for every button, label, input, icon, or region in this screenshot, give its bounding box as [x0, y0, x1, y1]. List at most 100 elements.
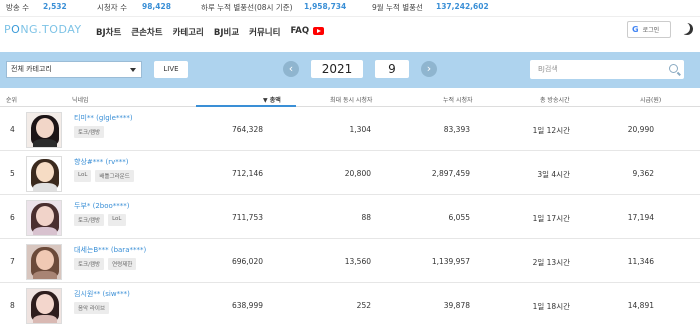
nickname-link[interactable]: 티미** (glgle****) — [74, 113, 133, 123]
stat-viewers: 시청자 수 98,428 — [97, 2, 171, 13]
category-tags: 토크/캠방 연령제한 — [74, 258, 137, 270]
col-hourly[interactable]: 시급(원) — [640, 95, 661, 104]
category-tags: 음악 라이브 — [74, 302, 110, 314]
category-tag[interactable]: 음악 라이브 — [74, 302, 110, 314]
category-tag[interactable]: LoL — [108, 214, 126, 226]
hourly-cell: 11,346 — [627, 257, 654, 266]
nickname-link[interactable]: 향상#*** (rv***) — [74, 157, 128, 167]
nickname-link[interactable]: 대세는B*** (bara****) — [74, 245, 146, 255]
avatar[interactable] — [26, 244, 62, 280]
col-nickname[interactable]: 닉네임 — [72, 95, 89, 104]
nav-community[interactable]: 커뮤니티 — [249, 26, 280, 38]
category-select-value: 전체 카테고리 — [11, 65, 52, 73]
category-tag[interactable]: 연령제한 — [108, 258, 137, 270]
category-tag[interactable]: 토크/캠방 — [74, 258, 105, 270]
stat-monthly-balloons-value: 137,242,602 — [436, 2, 489, 11]
max-viewers-cell: 13,560 — [344, 257, 371, 266]
table-row[interactable]: 4 티미** (glgle****) 토크/캠방 764,328 1,304 83,393… — [0, 107, 700, 151]
chevron-down-icon — [130, 68, 136, 72]
logo-text: NG.TODAY — [20, 23, 82, 36]
avatar-face — [36, 206, 54, 226]
hourly-cell: 14,891 — [627, 301, 654, 310]
nav-whale-chart[interactable]: 큰손차트 — [131, 26, 162, 38]
stat-broadcasts-value: 2,532 — [43, 2, 67, 11]
avatar[interactable] — [26, 112, 62, 148]
stat-daily-balloons: 하루 누적 별풍선(08시 기준) 1,958,734 — [201, 2, 346, 13]
table-row[interactable]: 7 대세는B*** (bara****) 토크/캠방 연령제한 696,020 13,56… — [0, 239, 700, 283]
hourly-cell: 20,990 — [627, 125, 654, 134]
avatar[interactable] — [26, 288, 62, 324]
category-tags: 토크/캠방 — [74, 126, 105, 138]
cum-viewers-cell: 83,393 — [443, 125, 470, 134]
month-selector[interactable]: 9 — [375, 60, 409, 78]
avatar-body — [33, 271, 57, 279]
live-button[interactable]: LIVE — [154, 61, 188, 78]
nav-category[interactable]: 카테고리 — [173, 26, 204, 38]
category-tags: LoL 배틀그라운드 — [74, 170, 134, 182]
total-cell: 711,753 — [231, 213, 263, 222]
max-viewers-cell: 88 — [361, 213, 371, 222]
nav-bj-compare[interactable]: BJ비교 — [214, 26, 239, 38]
stat-daily-balloons-label: 하루 누적 별풍선(08시 기준) — [201, 3, 293, 12]
site-logo[interactable]: PONG.TODAY — [4, 23, 82, 36]
category-select[interactable]: 전체 카테고리 — [6, 61, 142, 78]
hourly-cell: 17,194 — [627, 213, 654, 222]
nav-faq[interactable]: FAQ — [290, 26, 309, 38]
bj-search-input[interactable]: BJ검색 — [530, 60, 684, 79]
avatar[interactable] — [26, 200, 62, 236]
avatar-body — [33, 183, 57, 191]
category-tag[interactable]: 토크/캠방 — [74, 126, 105, 138]
avatar-body — [33, 227, 57, 235]
prev-month-arrow-icon[interactable]: ‹ — [283, 61, 299, 77]
total-cell: 638,999 — [231, 301, 263, 310]
category-tag[interactable]: LoL — [74, 170, 92, 182]
dark-mode-moon-icon[interactable] — [681, 23, 693, 35]
stat-daily-balloons-value: 1,958,734 — [304, 2, 347, 11]
broadcast-time-cell: 3일 4시간 — [537, 170, 570, 179]
cum-viewers-cell: 2,897,459 — [431, 169, 470, 178]
stat-broadcasts-label: 방송 수 — [6, 3, 30, 12]
search-icon[interactable] — [669, 64, 678, 73]
avatar-face — [36, 294, 54, 314]
rank-cell: 4 — [10, 125, 15, 134]
total-cell: 696,020 — [231, 257, 263, 266]
category-tags: 토크/캠방 LoL — [74, 214, 126, 226]
category-tag[interactable]: 배틀그라운드 — [95, 170, 134, 182]
stats-bar: 방송 수 2,532 시청자 수 98,428 하루 누적 별풍선(08시 기준… — [0, 0, 700, 14]
rank-cell: 7 — [10, 257, 15, 266]
filter-band: 전체 카테고리 LIVE ‹ 2021 9 › BJ검색 — [0, 52, 700, 88]
avatar[interactable] — [26, 156, 62, 192]
cum-viewers-cell: 39,878 — [443, 301, 470, 310]
rank-cell: 5 — [10, 169, 15, 178]
nav-bj-chart[interactable]: BJ차트 — [96, 26, 121, 38]
cum-viewers-cell: 6,055 — [448, 213, 470, 222]
col-broadcast-time[interactable]: 총 방송시간 — [540, 95, 570, 104]
col-total[interactable]: ▼ 총액 — [263, 95, 281, 104]
stat-viewers-value: 98,428 — [142, 2, 171, 11]
col-max-viewers[interactable]: 최대 동시 시청자 — [330, 95, 372, 104]
table-row[interactable]: 8 김시원** (siw***) 음악 라이브 638,999 252 39,878 1일 … — [0, 283, 700, 324]
stat-broadcasts: 방송 수 2,532 — [6, 2, 67, 13]
avatar-face — [36, 162, 54, 182]
nickname-link[interactable]: 두부* (2boo****) — [74, 201, 130, 211]
broadcast-time-cell: 2일 13시간 — [532, 258, 570, 267]
table-row[interactable]: 5 향상#*** (rv***) LoL 배틀그라운드 712,146 20,800 2,8… — [0, 151, 700, 195]
rank-cell: 6 — [10, 213, 15, 222]
year-selector[interactable]: 2021 — [311, 60, 363, 78]
category-tag[interactable]: 토크/캠방 — [74, 214, 105, 226]
col-cum-viewers[interactable]: 누적 시청자 — [443, 95, 473, 104]
avatar-face — [36, 250, 54, 270]
youtube-icon[interactable] — [313, 27, 325, 35]
main-nav: BJ차트 큰손차트 카테고리 BJ비교 커뮤니티 FAQ — [96, 26, 325, 38]
google-login-button[interactable]: G 로그인 — [627, 21, 671, 38]
table-row[interactable]: 6 두부* (2boo****) 토크/캠방 LoL 711,753 88 6,055 1일 … — [0, 195, 700, 239]
next-month-arrow-icon[interactable]: › — [421, 61, 437, 77]
col-rank[interactable]: 순위 — [6, 95, 17, 104]
nickname-link[interactable]: 김시원** (siw***) — [74, 289, 130, 299]
cum-viewers-cell: 1,139,957 — [431, 257, 470, 266]
broadcast-time-cell: 1일 18시간 — [532, 302, 570, 311]
search-placeholder: BJ검색 — [538, 65, 558, 73]
broadcast-time-cell: 1일 12시간 — [532, 126, 570, 135]
table-header: 순위 닉네임 ▼ 총액 최대 동시 시청자 누적 시청자 총 방송시간 시급(원… — [0, 90, 700, 107]
logo-letter-o: O — [11, 23, 21, 36]
